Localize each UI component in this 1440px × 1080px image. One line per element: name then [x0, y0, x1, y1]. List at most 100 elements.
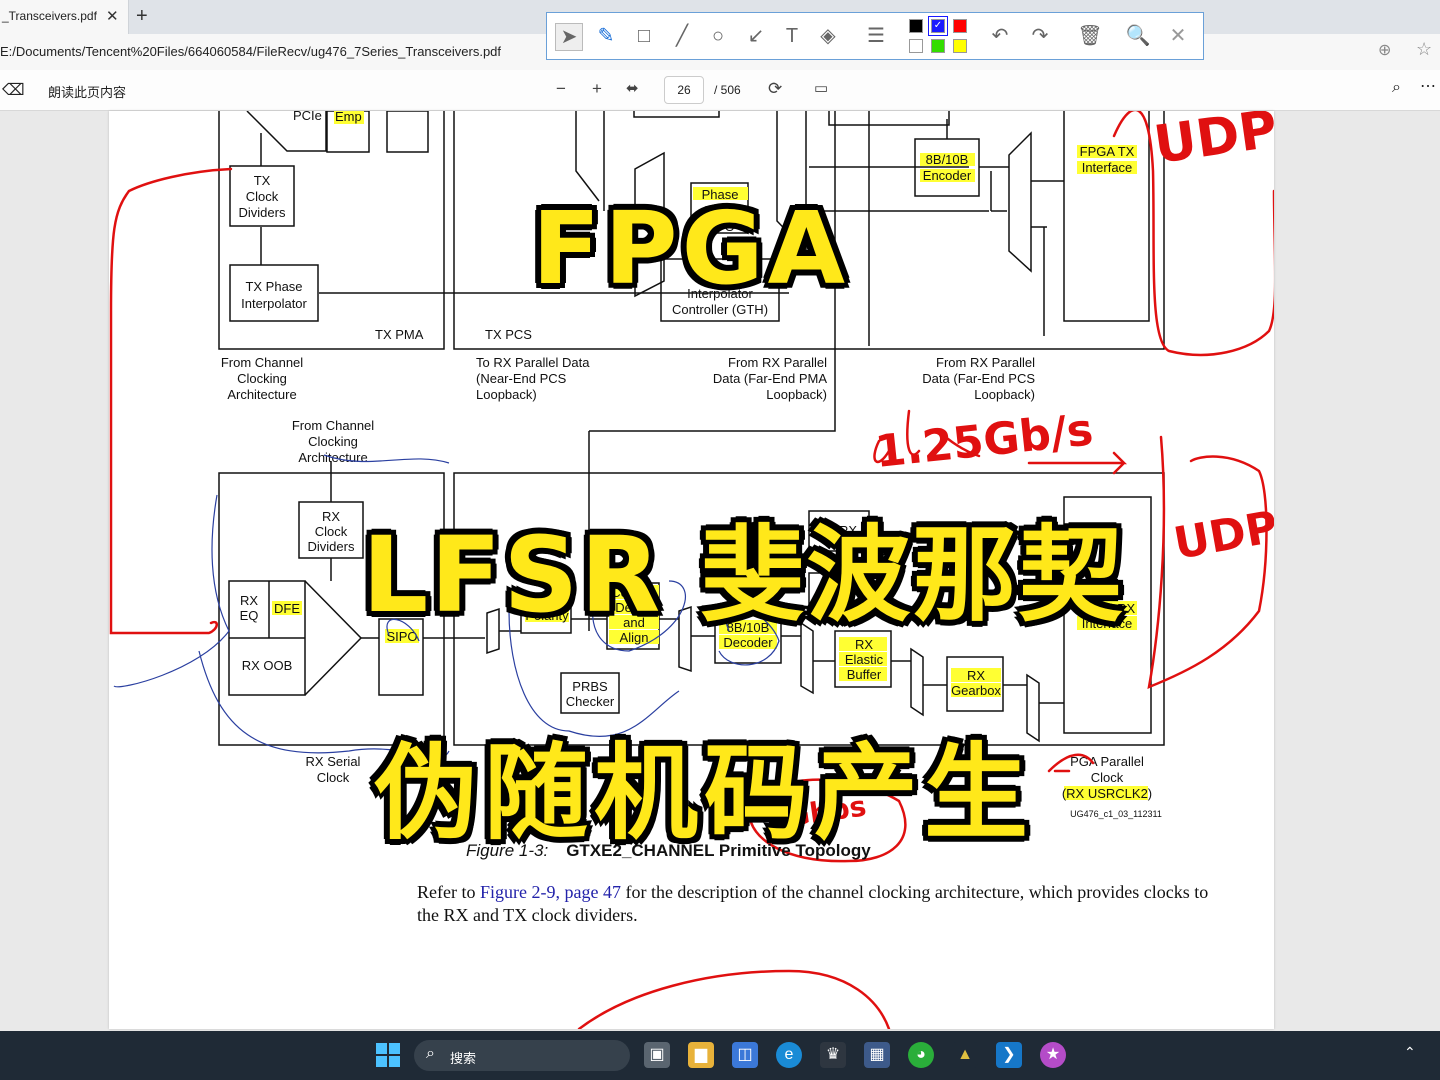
rx-eq-l1: RX — [240, 593, 258, 608]
zoom-in-button[interactable]: + — [592, 79, 602, 99]
color-swatch-white[interactable] — [909, 39, 923, 53]
fpga-tx-l2: Interface — [1082, 160, 1133, 175]
encoder-l1: 8B/10B — [926, 152, 969, 167]
body-paragraph: Refer to Figure 2-9, page 47 for the des… — [417, 881, 1217, 927]
zoom-out-button[interactable]: − — [556, 79, 566, 99]
text-icon[interactable]: T — [779, 23, 805, 49]
elastic-l3: Buffer — [847, 667, 882, 682]
eraser-icon[interactable]: ⌫ — [2, 80, 25, 100]
select-arrow-icon[interactable]: ➤ — [555, 23, 583, 51]
note-from-rx-pcs-l3: Loopback) — [974, 387, 1035, 402]
overlay-title-fpga: FPGA — [532, 190, 850, 307]
taskbar: ⌕ 搜索 ▣ ▆ ◫ e ♛ ▦ ◕ ▲ ❯ ★ ⌃ — [0, 1031, 1440, 1080]
pen-icon[interactable]: ✎ — [593, 23, 619, 49]
circle-icon[interactable]: ○ — [705, 23, 731, 49]
app-icon[interactable]: ♛ — [820, 1042, 846, 1068]
line-icon[interactable]: ╱ — [669, 23, 695, 49]
gearbox-l2: Gearbox — [951, 683, 1001, 698]
note-from-channel-2-l1: From Channel — [292, 418, 374, 433]
pdf-toolbar: ⌫ 朗读此页内容 − + ⬌ 26 / 506 ⟳ ▭ ⌕ ⋯ — [0, 70, 1440, 111]
zoom-icon[interactable]: ⊕ — [1378, 40, 1391, 60]
read-aloud-button[interactable]: 朗读此页内容 — [48, 82, 126, 101]
label-emp: Emp — [335, 111, 362, 124]
rotate-icon[interactable]: ⟳ — [768, 79, 782, 99]
tx-clock-dividers-l2: Clock — [246, 189, 279, 204]
note-to-rx-l1: To RX Parallel Data — [476, 355, 590, 370]
color-swatch-black[interactable] — [909, 19, 923, 33]
task-view-icon[interactable]: ▣ — [644, 1042, 670, 1068]
calculator-icon[interactable]: ▦ — [864, 1042, 890, 1068]
arrow-icon[interactable]: ↙ — [743, 23, 769, 49]
rx-clock-dividers-l1: RX — [322, 509, 340, 524]
note-from-channel-1-l3: Architecture — [227, 387, 296, 402]
wechat-icon[interactable]: ◕ — [908, 1042, 934, 1068]
color-swatch-green[interactable] — [931, 39, 945, 53]
figure-id: UG476_c1_03_112311 — [1070, 809, 1162, 819]
encoder-l2: Encoder — [923, 168, 972, 183]
app-star-icon[interactable]: ★ — [1040, 1042, 1066, 1068]
color-swatch-blue[interactable]: ✓ — [929, 17, 947, 35]
tx-pcs-label: TX PCS — [485, 327, 532, 342]
note-from-rx-pcs-l1: From RX Parallel — [936, 355, 1035, 370]
note-from-channel-2-l2: Clocking — [308, 434, 358, 449]
label-rx-oob: RX OOB — [242, 658, 293, 673]
page-number-input[interactable]: 26 — [664, 76, 704, 104]
rectangle-icon[interactable]: □ — [631, 23, 657, 49]
store-icon[interactable]: ◫ — [732, 1042, 758, 1068]
close-tab-icon[interactable]: ✕ — [106, 7, 119, 25]
handwritten-udp-top: UDP — [1150, 111, 1274, 176]
taskbar-search-box[interactable]: ⌕ 搜索 — [414, 1040, 630, 1071]
undo-icon[interactable]: ↶ — [987, 23, 1013, 49]
line-width-icon[interactable]: ☰ — [863, 23, 889, 49]
page-view-icon[interactable]: ▭ — [814, 79, 828, 97]
page-total: / 506 — [714, 83, 741, 97]
tx-phase-interp-l2: Interpolator — [241, 296, 307, 311]
annotation-toolbar: ➤ ✎ □ ╱ ○ ↙ T ◈ ☰ ✓ ↶ ↷ 🗑 🔍 ✕ — [546, 12, 1204, 60]
delete-trash-icon[interactable]: 🗑 — [1077, 23, 1103, 49]
tab-pdf[interactable]: _Transceivers.pdf ✕ — [0, 0, 129, 34]
new-tab-button[interactable]: + — [136, 5, 148, 28]
handwritten-udp-mid: UDP — [1170, 501, 1274, 569]
figure-link[interactable]: Figure 2-9, page 47 — [480, 882, 621, 902]
tx-pma-label: TX PMA — [375, 327, 424, 342]
tx-clock-dividers-l3: Dividers — [239, 205, 286, 220]
fit-width-icon[interactable]: ⬌ — [626, 79, 639, 97]
windows-start-icon[interactable] — [376, 1043, 400, 1067]
url-text[interactable]: E:/Documents/Tencent%20Files/664060584/F… — [0, 44, 501, 59]
gearbox-l1: RX — [967, 668, 985, 683]
search-icon[interactable]: 🔍 — [1125, 23, 1151, 49]
close-icon[interactable]: ✕ — [1165, 23, 1191, 49]
label-dfe: DFE — [274, 601, 300, 616]
redo-icon[interactable]: ↷ — [1027, 23, 1053, 49]
chevron-up-icon[interactable]: ⌃ — [1404, 1044, 1416, 1061]
color-swatch-yellow[interactable] — [953, 39, 967, 53]
favorite-star-icon[interactable]: ☆ — [1416, 39, 1432, 60]
note-from-rx-pma-l2: Data (Far-End PMA — [713, 371, 827, 386]
fpga-parallel-clock-l3: (RX USRCLK2) — [1062, 786, 1152, 801]
fpga-parallel-clock-l2: Clock — [1091, 770, 1124, 785]
more-options-icon[interactable]: ⋯ — [1420, 76, 1436, 96]
find-icon[interactable]: ⌕ — [1392, 79, 1401, 97]
taskbar-search-label: 搜索 — [450, 1051, 477, 1066]
tx-phase-interp-l1: TX Phase — [245, 279, 302, 294]
note-from-rx-pcs-l2: Data (Far-End PCS — [922, 371, 1035, 386]
search-icon: ⌕ — [426, 1045, 435, 1062]
color-swatch-red[interactable] — [953, 19, 967, 33]
edge-browser-icon[interactable]: e — [776, 1042, 802, 1068]
vscode-icon[interactable]: ❯ — [996, 1042, 1022, 1068]
note-from-rx-pma-l1: From RX Parallel — [728, 355, 827, 370]
eraser-icon[interactable]: ◈ — [815, 23, 841, 49]
note-to-rx-l3: Loopback) — [476, 387, 537, 402]
vivado-icon[interactable]: ▲ — [952, 1042, 978, 1068]
prbs-l1: PRBS — [572, 679, 608, 694]
rx-serial-clock-l2: Clock — [317, 770, 350, 785]
handwritten-rate: 1.25Gb/s — [873, 404, 1096, 478]
note-from-channel-1-l1: From Channel — [221, 355, 303, 370]
file-explorer-icon[interactable]: ▆ — [688, 1042, 714, 1068]
rx-serial-clock-l1: RX Serial — [306, 754, 361, 769]
tx-clock-dividers-l1: TX — [254, 173, 271, 188]
rx-clock-dividers-l2: Clock — [315, 524, 348, 539]
note-to-rx-l2: (Near-End PCS — [476, 371, 567, 386]
rx-clock-dividers-l3: Dividers — [308, 539, 355, 554]
note-from-channel-1-l2: Clocking — [237, 371, 287, 386]
